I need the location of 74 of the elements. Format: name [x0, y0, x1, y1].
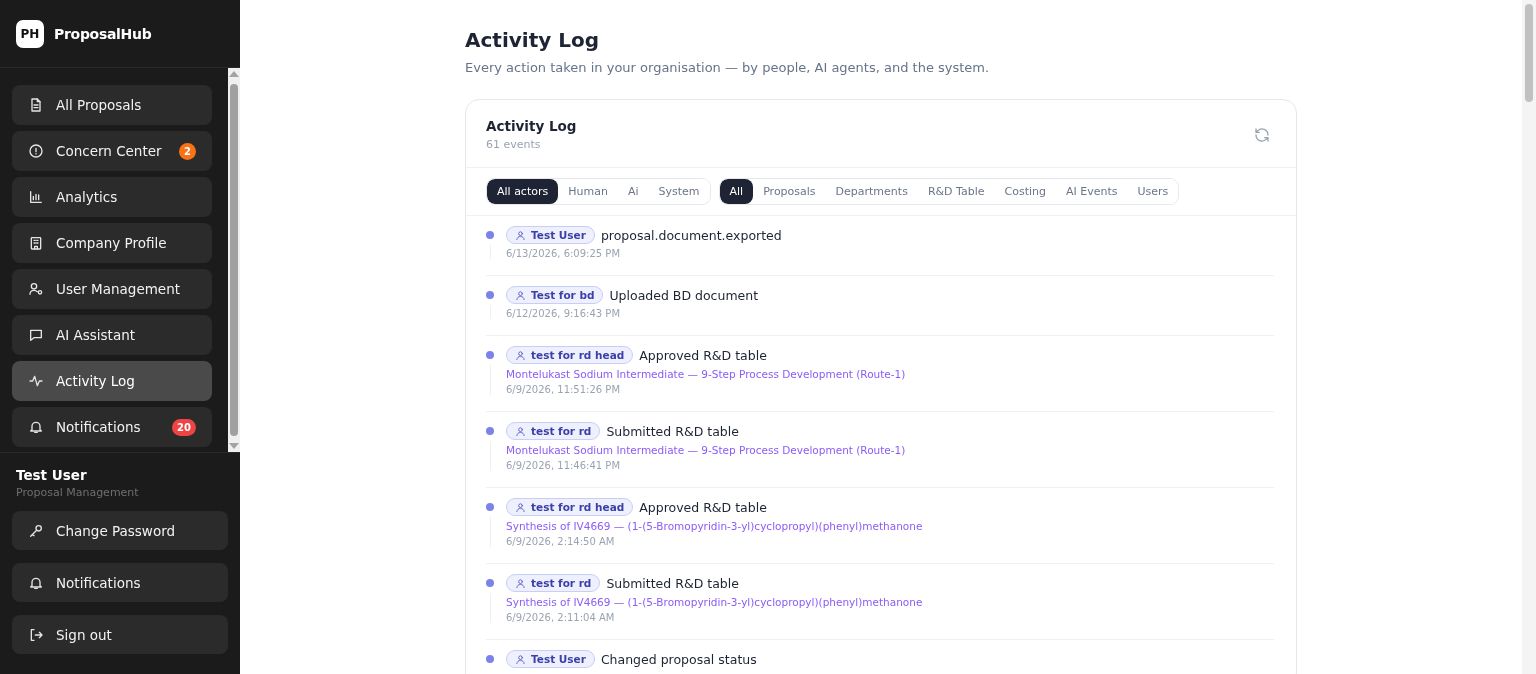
chat-icon [28, 327, 44, 343]
count-badge: 2 [179, 142, 196, 160]
refresh-icon[interactable] [1254, 126, 1270, 143]
actor-chip: Test for bd [506, 286, 604, 304]
timeline-dot [486, 427, 494, 435]
user-icon [515, 653, 526, 665]
user-gear-icon [28, 281, 44, 297]
bell-icon [28, 419, 44, 435]
actor-chip: test for rd head [506, 498, 634, 516]
timeline-dot [486, 231, 494, 239]
key-icon [28, 522, 44, 539]
proposal-link[interactable]: Synthesis of IV4669 — (1-(5-Bromopyridin-3-yl)cyclopropyl)(phenyl)methanone [506, 520, 923, 532]
timeline-dot [486, 351, 494, 359]
event-action: Approved R&D table [639, 499, 767, 515]
nav-item[interactable]: Notifications 20 [12, 407, 212, 447]
user-icon [515, 501, 526, 513]
nav-item[interactable]: All Proposals [12, 85, 212, 125]
timeline-dot [486, 503, 494, 511]
user-icon [515, 425, 526, 437]
event-count: 61 events [486, 138, 542, 151]
actor-chip: Test User [506, 226, 595, 244]
sign-out-icon [28, 626, 44, 643]
actor-chip: Test User [506, 650, 595, 668]
event-time: 6/13/2026, 6:09:25 PM [506, 248, 622, 259]
event-time: 6/9/2026, 2:11:04 AM [506, 612, 616, 623]
page-subtitle: Every action taken in your organisation — by people, AI agents, and the system. [465, 60, 991, 75]
user-icon [515, 229, 526, 241]
building-icon [28, 235, 44, 251]
pulse-icon [28, 373, 44, 389]
proposal-link[interactable]: Montelukast Sodium Intermediate — 9-Step Process Development (Route-1) [506, 368, 906, 380]
event-time: 6/9/2026, 11:51:26 PM [506, 384, 622, 395]
event-action: Submitted R&D table [606, 575, 739, 591]
actor-chip: test for rd [506, 422, 601, 440]
app-name: ProposalHub [54, 25, 152, 42]
event-action: Uploaded BD document [609, 287, 759, 303]
nav-item[interactable]: User Management [12, 269, 212, 309]
sidebar-button[interactable]: Notifications [12, 563, 228, 602]
actor-chip: test for rd [506, 574, 601, 592]
event-time: 6/12/2026, 9:16:43 PM [506, 308, 622, 319]
timeline-dot [486, 655, 494, 663]
user-icon [515, 289, 526, 301]
sidebar-button[interactable]: Sign out [12, 615, 228, 654]
event-action: Submitted R&D table [606, 423, 739, 439]
app-logo: PH [16, 19, 44, 48]
user-icon [515, 349, 526, 361]
user-icon [515, 577, 526, 589]
document-icon [28, 97, 44, 113]
filter-tab[interactable]: All [719, 179, 754, 204]
event-action: proposal.document.exported [600, 227, 782, 243]
event-time: 6/9/2026, 11:46:41 PM [506, 460, 622, 471]
nav-item[interactable]: Company Profile [12, 223, 212, 263]
timeline-dot [486, 579, 494, 587]
filter-tab[interactable]: All actors [487, 179, 559, 204]
scrollbar[interactable] [228, 68, 240, 452]
nav-item[interactable]: Concern Center 2 [12, 131, 212, 171]
page-scrollbar[interactable] [1522, 0, 1536, 674]
actor-chip: test for rd head [506, 346, 634, 364]
user-name: Test User [16, 467, 88, 483]
sidebar-button[interactable]: Change Password [12, 511, 228, 550]
bar-chart-icon [28, 189, 44, 205]
page-title: Activity Log [465, 28, 600, 52]
proposal-link[interactable]: Synthesis of IV4669 — (1-(5-Bromopyridin-3-yl)cyclopropyl)(phenyl)methanone [506, 596, 923, 608]
nav-item[interactable]: Analytics [12, 177, 212, 217]
nav-item[interactable]: Activity Log [12, 361, 212, 401]
timeline-dot [486, 291, 494, 299]
proposal-link[interactable]: Montelukast Sodium Intermediate — 9-Step Process Development (Route-1) [506, 444, 906, 456]
event-action: Changed proposal status [600, 651, 757, 667]
card-title: Activity Log [486, 118, 577, 134]
user-role: Proposal Management [16, 486, 140, 499]
count-badge: 20 [172, 418, 196, 436]
nav-item[interactable]: AI Assistant [12, 315, 212, 355]
event-time: 6/9/2026, 2:14:50 AM [506, 536, 616, 547]
alert-icon [28, 143, 44, 159]
event-action: Approved R&D table [639, 347, 767, 363]
